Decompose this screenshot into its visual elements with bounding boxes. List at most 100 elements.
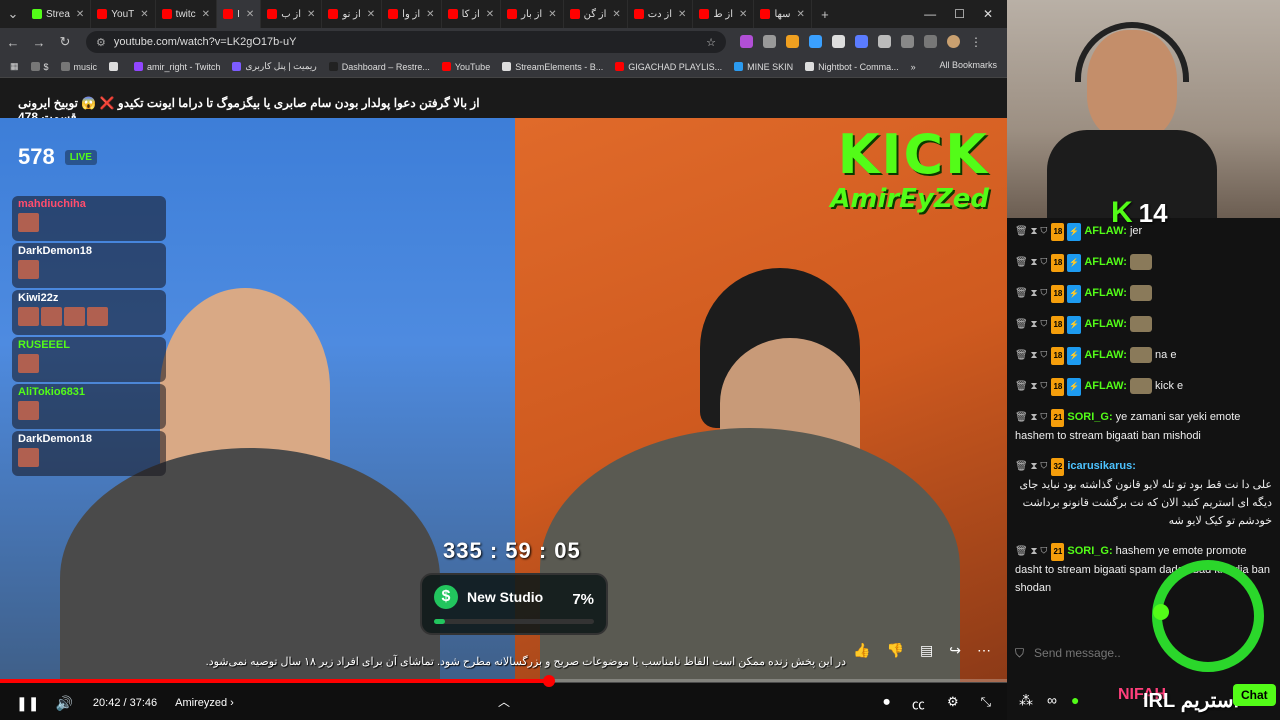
chat-button[interactable]: Chat xyxy=(1233,684,1276,706)
close-tab-icon[interactable]: ✕ xyxy=(486,9,494,20)
chat-username[interactable]: AFLAW: xyxy=(1084,318,1127,330)
autoplay-toggle[interactable]: ⏺ xyxy=(883,694,890,713)
bookmark-item[interactable]: amir_right - Twitch xyxy=(134,61,220,72)
close-tab-icon[interactable]: ✕ xyxy=(202,9,210,20)
chat-username[interactable]: SORI_G: xyxy=(1067,411,1112,423)
chat-username[interactable]: AFLAW: xyxy=(1084,256,1127,268)
extension-icon[interactable] xyxy=(786,35,799,48)
close-tab-icon[interactable]: ✕ xyxy=(612,9,620,20)
reading-list-icon[interactable] xyxy=(924,35,937,48)
new-tab-button[interactable]: + xyxy=(812,7,838,22)
like-icon[interactable]: 👍 xyxy=(853,642,870,659)
url-field[interactable]: ⚙ youtube.com/watch?v=LK2gO17b-uY ☆ xyxy=(86,31,726,53)
video-progress-bar[interactable] xyxy=(0,675,1007,687)
mod-actions-icon[interactable]: 🗑 ⧗ ⛉ xyxy=(1015,319,1047,330)
close-tab-icon[interactable]: ✕ xyxy=(678,9,686,20)
mod-actions-icon[interactable]: 🗑 ⧗ ⛉ xyxy=(1015,381,1047,392)
settings-gear-icon[interactable]: ⚙ xyxy=(947,694,959,713)
more-bookmarks-icon[interactable]: » xyxy=(911,62,916,72)
more-icon[interactable]: ⋯ xyxy=(977,642,991,659)
all-bookmarks-folder[interactable]: All Bookmarks xyxy=(939,60,997,70)
bookmark-item[interactable]: GIGACHAD PLAYLIS... xyxy=(615,61,722,72)
extension-icon[interactable] xyxy=(763,35,776,48)
close-tab-icon[interactable]: ✕ xyxy=(76,9,84,20)
browser-tab[interactable]: YouT ✕ xyxy=(91,0,156,28)
bookmark-item[interactable]: Nightbot - Comma... xyxy=(805,61,899,72)
dislike-icon[interactable]: 👎 xyxy=(887,642,904,659)
mod-actions-icon[interactable]: 🗑 ⧗ ⛉ xyxy=(1015,288,1047,299)
mod-actions-icon[interactable]: 🗑 ⧗ ⛉ xyxy=(1015,546,1047,557)
share-icon[interactable]: ↪ xyxy=(949,642,961,659)
bookmark-item[interactable]: $ xyxy=(30,61,49,72)
chevron-up-icon[interactable]: ︿ xyxy=(498,693,510,710)
browser-tab[interactable]: از گن ✕ xyxy=(564,0,628,28)
comment-icon[interactable]: ▤ xyxy=(920,642,933,659)
forward-icon[interactable]: → xyxy=(26,35,52,50)
browser-tab[interactable]: از دت ✕ xyxy=(628,0,694,28)
chat-username[interactable]: AFLAW: xyxy=(1084,225,1127,237)
close-tab-icon[interactable]: ✕ xyxy=(796,9,804,20)
extension-icon[interactable] xyxy=(740,35,753,48)
mod-actions-icon[interactable]: 🗑 ⧗ ⛉ xyxy=(1015,461,1047,472)
site-info-icon[interactable]: ⚙ xyxy=(96,36,106,49)
mod-actions-icon[interactable]: 🗑 ⧗ ⛉ xyxy=(1015,226,1047,237)
infinity-icon[interactable]: ∞ xyxy=(1047,692,1057,708)
captions-icon[interactable]: ㏄ xyxy=(912,694,925,713)
chapter-button[interactable]: Amireyzed › xyxy=(175,697,234,709)
browser-tab[interactable]: سها ✕ xyxy=(754,0,812,28)
profile-avatar[interactable] xyxy=(947,35,960,48)
extensions-puzzle-icon[interactable] xyxy=(901,35,914,48)
bookmark-item[interactable]: StreamElements - B... xyxy=(502,61,603,72)
video-player[interactable]: KICK AmirEyZed 578 LIVE mahdiuchiha DarkD… xyxy=(0,118,1007,682)
extension-icon[interactable] xyxy=(809,35,822,48)
browser-tab[interactable]: از بار ✕ xyxy=(501,0,564,28)
browser-tab[interactable]: از ب ✕ xyxy=(261,0,323,28)
browser-tab[interactable]: از نو ✕ xyxy=(322,0,383,28)
bookmark-item[interactable]: Dashboard – Restre... xyxy=(328,61,430,72)
chat-username[interactable]: icarusikarus: xyxy=(1067,460,1135,472)
close-tab-icon[interactable]: ✕ xyxy=(426,9,434,20)
browser-tab[interactable]: از ط ✕ xyxy=(693,0,755,28)
kick-icon[interactable]: ● xyxy=(1071,692,1079,708)
apps-grid-icon[interactable]: ▦ xyxy=(10,61,19,72)
pause-icon[interactable]: ❚❚ xyxy=(16,695,39,712)
close-tab-icon[interactable]: ✕ xyxy=(367,9,375,20)
browser-menu-icon[interactable]: ⋮ xyxy=(970,35,982,49)
back-icon[interactable]: ← xyxy=(0,35,26,50)
chat-username[interactable]: SORI_G: xyxy=(1067,545,1112,557)
maximize-icon[interactable]: ☐ xyxy=(954,7,965,21)
chat-username[interactable]: AFLAW: xyxy=(1084,349,1127,361)
browser-tab[interactable]: I ✕ xyxy=(217,0,262,28)
close-tab-icon[interactable]: ✕ xyxy=(548,9,556,20)
bookmark-item[interactable]: YouTube xyxy=(441,61,490,72)
browser-tab[interactable]: از کا ✕ xyxy=(442,0,502,28)
bookmark-star-icon[interactable]: ☆ xyxy=(706,36,716,49)
extension-icon[interactable] xyxy=(878,35,891,48)
close-window-icon[interactable]: ✕ xyxy=(983,7,993,21)
chat-username[interactable]: AFLAW: xyxy=(1084,380,1127,392)
volume-icon[interactable]: 🔊 xyxy=(55,695,72,712)
browser-tab[interactable]: twitc ✕ xyxy=(156,0,218,28)
bookmark-item[interactable]: MINE SKIN xyxy=(734,61,793,72)
close-tab-icon[interactable]: ✕ xyxy=(307,9,315,20)
reload-icon[interactable]: ↻ xyxy=(52,34,78,50)
browser-tab[interactable]: Strea ✕ xyxy=(26,0,92,28)
mod-actions-icon[interactable]: 🗑 ⧗ ⛉ xyxy=(1015,257,1047,268)
mod-actions-icon[interactable]: 🗑 ⧗ ⛉ xyxy=(1015,412,1047,423)
dots-icon[interactable]: ⁂ xyxy=(1019,692,1033,709)
close-tab-icon[interactable]: ✕ xyxy=(739,9,747,20)
minimize-icon[interactable]: — xyxy=(924,7,936,21)
close-tab-icon[interactable]: ✕ xyxy=(140,9,148,20)
tab-search-icon[interactable]: ⌄ xyxy=(0,6,26,22)
extension-icon[interactable] xyxy=(832,35,845,48)
browser-tab[interactable]: از وا ✕ xyxy=(382,0,442,28)
extension-icon[interactable] xyxy=(855,35,868,48)
fullscreen-exit-icon[interactable]: ⤡ xyxy=(981,694,991,713)
chat-username[interactable]: AFLAW: xyxy=(1084,287,1127,299)
bookmark-item[interactable] xyxy=(109,61,122,72)
bookmark-item[interactable]: music xyxy=(60,61,97,72)
mod-actions-icon[interactable]: 🗑 ⧗ ⛉ xyxy=(1015,350,1047,361)
bookmark-item[interactable]: ریمیت | پنل کاربری xyxy=(232,61,317,72)
send-message-input[interactable] xyxy=(1034,646,1145,660)
close-tab-icon[interactable]: ✕ xyxy=(246,9,254,20)
